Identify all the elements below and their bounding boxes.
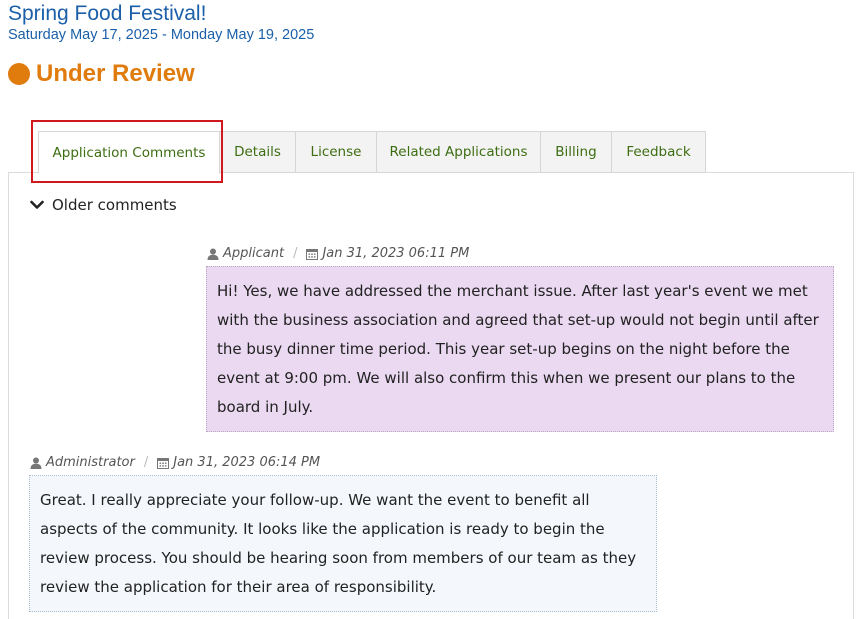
comment-meta: Administrator / Jan 31, 2023 06:14 PM — [30, 455, 320, 470]
older-comments-label: Older comments — [52, 196, 177, 214]
older-comments-toggle[interactable]: Older comments — [30, 196, 177, 214]
comment-meta: Applicant / Jan 31, 2023 06:11 PM — [207, 246, 469, 261]
status-label: Under Review — [36, 60, 195, 87]
event-dates: Saturday May 17, 2025 - Monday May 19, 2… — [8, 27, 315, 43]
chevron-down-icon — [30, 200, 44, 209]
status-indicator: Under Review — [8, 60, 195, 88]
meta-separator: / — [143, 455, 149, 470]
comment-author: Applicant — [223, 246, 285, 261]
comment-author: Administrator — [46, 455, 135, 470]
comment-timestamp: Jan 31, 2023 06:14 PM — [173, 455, 321, 470]
meta-separator: / — [293, 246, 298, 261]
user-icon — [30, 457, 42, 469]
application-page: Spring Food Festival! Saturday May 17, 2… — [0, 0, 858, 619]
tab-related-applications[interactable]: Related Applications — [377, 131, 541, 173]
tab-billing[interactable]: Billing — [541, 131, 612, 173]
calendar-icon — [306, 248, 319, 260]
calendar-icon — [157, 457, 170, 469]
tab-license[interactable]: License — [296, 131, 377, 173]
status-dot-icon — [8, 63, 30, 85]
event-title: Spring Food Festival! — [8, 2, 207, 25]
active-tab-highlight — [31, 120, 223, 183]
user-icon — [207, 248, 219, 260]
tab-feedback[interactable]: Feedback — [612, 131, 706, 173]
comment-bubble-administrator: Great. I really appreciate your follow-u… — [29, 475, 657, 612]
comment-timestamp: Jan 31, 2023 06:11 PM — [322, 246, 470, 261]
comment-bubble-applicant: Hi! Yes, we have addressed the merchant … — [206, 266, 834, 432]
tab-details[interactable]: Details — [220, 131, 296, 173]
